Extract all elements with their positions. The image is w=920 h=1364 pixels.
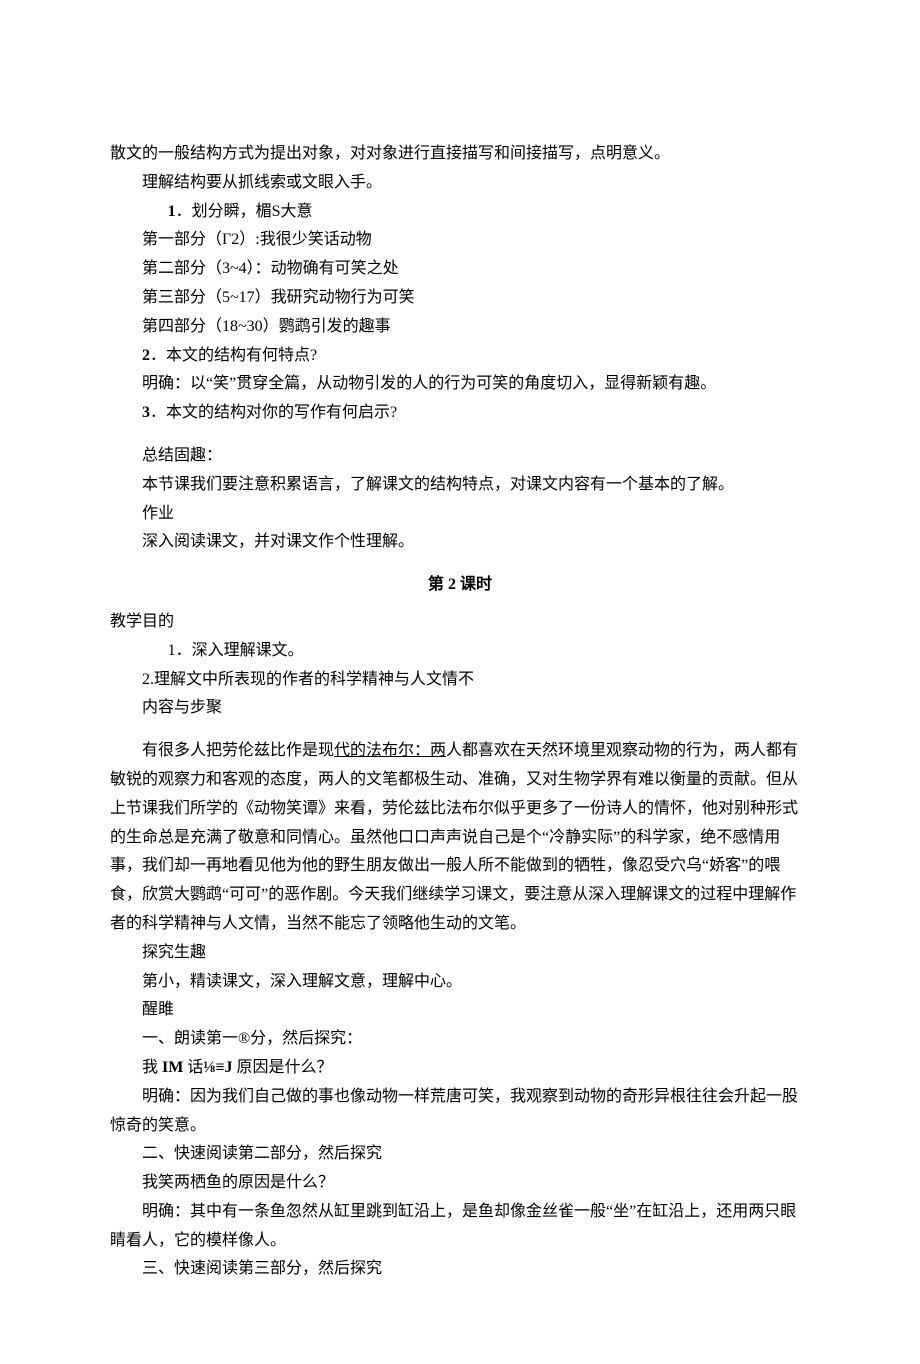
aim1-text: ．深入理解课文。 <box>176 642 304 659</box>
explore-sub: 第小，精读课文，深入理解文意，理解中心。 <box>110 968 810 997</box>
big-para-post: 人都喜欢在天然环境里观察动物的行为，两人都有敏锐的观察力和客观的态度，两人的文笔… <box>110 742 798 932</box>
num1-text: ．划分瞬，楣S大意 <box>176 203 313 220</box>
num-item-2: 2．本文的结构有何特点? <box>110 342 810 371</box>
xing-heading: 醒雎 <box>110 996 810 1025</box>
big-para-pre: 有很多人把劳伦兹比作是现 <box>142 742 334 759</box>
num-item-1: 1．划分瞬，楣S大意 <box>110 198 810 227</box>
document-page: 散文的一般结构方式为提出对象，对对象进行直接描写和间接描写，点明意义。 理解结构… <box>0 0 920 1364</box>
sec1-q-mid: 话 <box>183 1059 203 1076</box>
gap2 <box>110 723 810 737</box>
summary-body: 本节课我们要注意积累语言，了解课文的结构特点，对课文内容有一个基本的了解。 <box>110 471 810 500</box>
section-2-question: 我笑两栖鱼的原因是什么？ <box>110 1169 810 1198</box>
num2-prefix: 2 <box>142 347 150 364</box>
part-3: 第三部分（5~17）我研究动物行为可笑 <box>110 284 810 313</box>
section-3-heading: 三、快速阅读第三部分，然后探究 <box>110 1255 810 1284</box>
summary-heading: 总结固趣： <box>110 442 810 471</box>
lesson2-title: 第 2 课时 <box>110 571 810 600</box>
explore-heading: 探究生趣 <box>110 939 810 968</box>
sec1-q-pre: 我 <box>142 1059 162 1076</box>
part-4: 第四部分（18~30）鹦鹉引发的趣事 <box>110 313 810 342</box>
section-1-question: 我 IM 话⅛≡J 原因是什么？ <box>110 1054 810 1083</box>
aim-2: 2.理解文中所表现的作者的科学精神与人文情不 <box>110 666 810 695</box>
num3-text: ．本文的结构对你的写作有何启示? <box>150 404 397 421</box>
num-item-3: 3．本文的结构对你的写作有何启示? <box>110 399 810 428</box>
num2-text: ．本文的结构有何特点? <box>150 347 317 364</box>
line2: 理解结构要从抓线索或文眼入手。 <box>110 169 810 198</box>
aim-1: 1．深入理解课文。 <box>110 637 810 666</box>
part-2: 第二部分（3~4）：动物确有可笑之处 <box>110 255 810 284</box>
sec1-q-post: 原因是什么？ <box>232 1059 332 1076</box>
sec1-q-b2: ⅛≡J <box>203 1059 232 1076</box>
answer-2: 明确：以“笑”贯穿全篇，从动物引发的人的行为可笑的角度切入，显得新颖有趣。 <box>110 370 810 399</box>
aim-heading: 教学目的 <box>110 608 810 637</box>
sec1-q-b1: IM <box>162 1059 183 1076</box>
section-1-answer: 明确：因为我们自己做的事也像动物一样荒唐可笑，我观察到动物的奇形异根往往会升起一… <box>110 1083 810 1141</box>
aim1-prefix: 1 <box>168 642 176 659</box>
intro-line: 散文的一般结构方式为提出对象，对对象进行直接描写和间接描写，点明意义。 <box>110 140 810 169</box>
steps-heading: 内容与步聚 <box>110 694 810 723</box>
section-2-answer: 明确：其中有一条鱼忽然从缸里跳到缸沿上，是鱼却像金丝雀一般“坐”在缸沿上，还用两… <box>110 1198 810 1256</box>
gap <box>110 428 810 442</box>
big-paragraph: 有很多人把劳伦兹比作是现代的法布尔：两人都喜欢在天然环境里观察动物的行为，两人都… <box>110 737 810 939</box>
part-1: 第一部分（Γ2）:我很少笑话动物 <box>110 226 810 255</box>
homework-heading: 作业 <box>110 500 810 529</box>
num1-prefix: 1 <box>168 203 176 220</box>
big-para-underline: 代的法布尔：两 <box>334 742 446 759</box>
section-1-heading: 一、朗读第一®分，然后探究： <box>110 1025 810 1054</box>
num3-prefix: 3 <box>142 404 150 421</box>
section-2-heading: 二、快速阅读第二部分，然后探究 <box>110 1140 810 1169</box>
homework-body: 深入阅读课文，并对课文作个性理解。 <box>110 528 810 557</box>
